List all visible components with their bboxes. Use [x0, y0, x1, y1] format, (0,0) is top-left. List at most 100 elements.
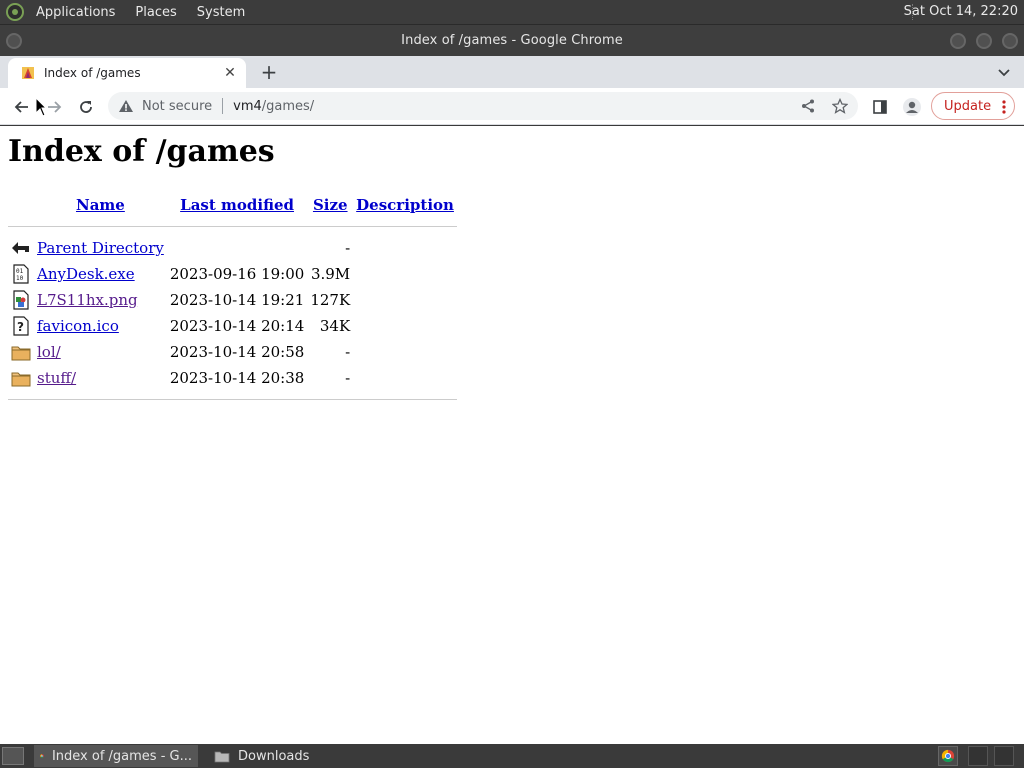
taskbar-item-downloads[interactable]: Downloads — [208, 745, 315, 767]
divider — [8, 399, 457, 400]
tab-search-chevron-icon[interactable] — [996, 64, 1012, 80]
bottom-divider-row — [8, 391, 457, 408]
modified-cell: 2023-10-14 20:58 — [169, 343, 305, 361]
close-window-button[interactable] — [1002, 33, 1018, 49]
unknown-file-icon: ? — [13, 316, 29, 336]
tray-chrome-icon[interactable] — [938, 746, 958, 766]
modified-column-header: Last modified — [167, 192, 307, 218]
security-status[interactable]: Not secure — [142, 99, 212, 114]
taskbar-item-label: Downloads — [238, 748, 310, 764]
table-row: L7S11hx.png 2023-10-14 19:21 127K — [8, 287, 457, 313]
address-bar[interactable]: Not secure vm4/games/ — [108, 92, 858, 120]
reload-button[interactable] — [74, 95, 98, 119]
folder-icon — [11, 346, 31, 361]
back-button[interactable] — [10, 95, 34, 119]
profile-button[interactable] — [900, 95, 924, 119]
row-icon: 01 10 — [8, 261, 34, 287]
size-cell: - — [345, 239, 351, 257]
url-path[interactable]: /games/ — [262, 99, 314, 114]
modified-cell: 2023-09-16 19:00 — [169, 265, 305, 283]
menu-places[interactable]: Places — [133, 5, 178, 20]
table-row: Parent Directory - — [8, 235, 457, 261]
table-row: ? favicon.ico 2023-10-14 20:14 34K — [8, 313, 457, 339]
tab-index-of-games[interactable]: Index of /games ✕ — [8, 58, 246, 88]
new-tab-button[interactable]: + — [258, 62, 280, 84]
name-column-header: Name — [34, 192, 167, 218]
taskbar-item-chrome[interactable]: Index of /games - G... — [34, 745, 198, 767]
file-link[interactable]: L7S11hx.png — [37, 291, 138, 309]
sort-by-size-link[interactable]: Size — [313, 196, 348, 214]
menu-system[interactable]: System — [195, 5, 247, 20]
mouse-cursor-icon — [35, 96, 48, 121]
modified-cell: 2023-10-14 20:14 — [169, 317, 305, 335]
minimize-button[interactable] — [950, 33, 966, 49]
bottom-taskbar: Index of /games - G... Downloads — [0, 744, 1024, 768]
description-cell — [353, 235, 457, 261]
description-cell — [353, 339, 457, 365]
image-icon — [13, 290, 29, 310]
svg-text:01: 01 — [16, 268, 24, 275]
window-title: Index of /games - Google Chrome — [401, 33, 623, 48]
bookmark-star-icon[interactable] — [831, 97, 849, 118]
sort-by-modified-link[interactable]: Last modified — [180, 196, 294, 214]
tab-title: Index of /games — [44, 66, 141, 80]
table-body: Parent Directory - 01 10 AnyDesk.exe 2023… — [8, 218, 457, 408]
menu-applications[interactable]: Applications — [34, 5, 117, 20]
side-panel-icon — [873, 100, 887, 114]
tab-strip: Index of /games ✕ + — [0, 56, 1024, 88]
side-panel-button[interactable] — [868, 95, 892, 119]
workspace-2-button[interactable] — [994, 746, 1014, 766]
more-menu-icon[interactable] — [1002, 99, 1006, 115]
close-tab-icon[interactable]: ✕ — [222, 65, 238, 81]
description-cell — [353, 313, 457, 339]
row-icon — [8, 339, 34, 365]
row-icon — [8, 287, 34, 313]
distro-logo-icon[interactable] — [6, 3, 24, 21]
row-icon: ? — [8, 313, 34, 339]
binary-icon: 0110 — [13, 264, 29, 284]
row-icon — [8, 235, 34, 261]
chrome-icon — [40, 754, 44, 758]
workspace-1-button[interactable] — [968, 746, 988, 766]
update-button[interactable]: Update — [931, 92, 1015, 120]
icon-column-header — [8, 192, 34, 218]
folder-icon — [214, 751, 230, 763]
size-column-header: Size — [307, 192, 353, 218]
show-desktop-button[interactable] — [2, 747, 24, 765]
window-titlebar[interactable]: Index of /games - Google Chrome — [0, 24, 1024, 56]
share-icon[interactable] — [800, 98, 816, 118]
file-link[interactable]: favicon.ico — [37, 317, 119, 335]
maximize-button[interactable] — [976, 33, 992, 49]
top-panel: Applications Places System Sat Oct 14, 2… — [0, 0, 1024, 24]
description-cell — [353, 261, 457, 287]
table-row: stuff/ 2023-10-14 20:38 - — [8, 365, 457, 391]
file-link[interactable]: lol/ — [37, 343, 61, 361]
reload-icon — [80, 101, 92, 113]
modified-cell: 2023-10-14 20:38 — [169, 369, 305, 387]
file-link[interactable]: Parent Directory — [37, 239, 164, 257]
top-divider-row — [8, 218, 457, 235]
description-column-header: Description — [353, 192, 457, 218]
file-link[interactable]: AnyDesk.exe — [37, 265, 135, 283]
clock[interactable]: Sat Oct 14, 22:20 — [904, 4, 1018, 19]
divider — [8, 226, 457, 227]
size-cell: 3.9M — [310, 265, 351, 283]
page-heading: Index of /games — [8, 134, 275, 169]
description-cell — [353, 365, 457, 391]
modified-cell — [167, 235, 307, 261]
url-host[interactable]: vm4 — [233, 99, 262, 114]
table-header-row: Name Last modified Size Description — [8, 192, 457, 218]
browser-toolbar: Not secure vm4/games/ Update — [0, 88, 1024, 125]
window-menu-button[interactable] — [6, 33, 22, 49]
table-row: 01 10 AnyDesk.exe 2023-09-16 19:00 3.9M — [8, 261, 457, 287]
warning-icon[interactable] — [118, 98, 134, 118]
size-cell: 34K — [319, 317, 351, 335]
back-arrow-icon — [12, 242, 29, 254]
svg-text:?: ? — [17, 320, 24, 334]
sort-by-name-link[interactable]: Name — [76, 196, 125, 214]
file-link[interactable]: stuff/ — [37, 369, 76, 387]
sort-by-description-link[interactable]: Description — [356, 196, 454, 214]
size-cell: - — [345, 369, 351, 387]
profile-avatar-icon — [903, 98, 921, 116]
table-row: lol/ 2023-10-14 20:58 - — [8, 339, 457, 365]
